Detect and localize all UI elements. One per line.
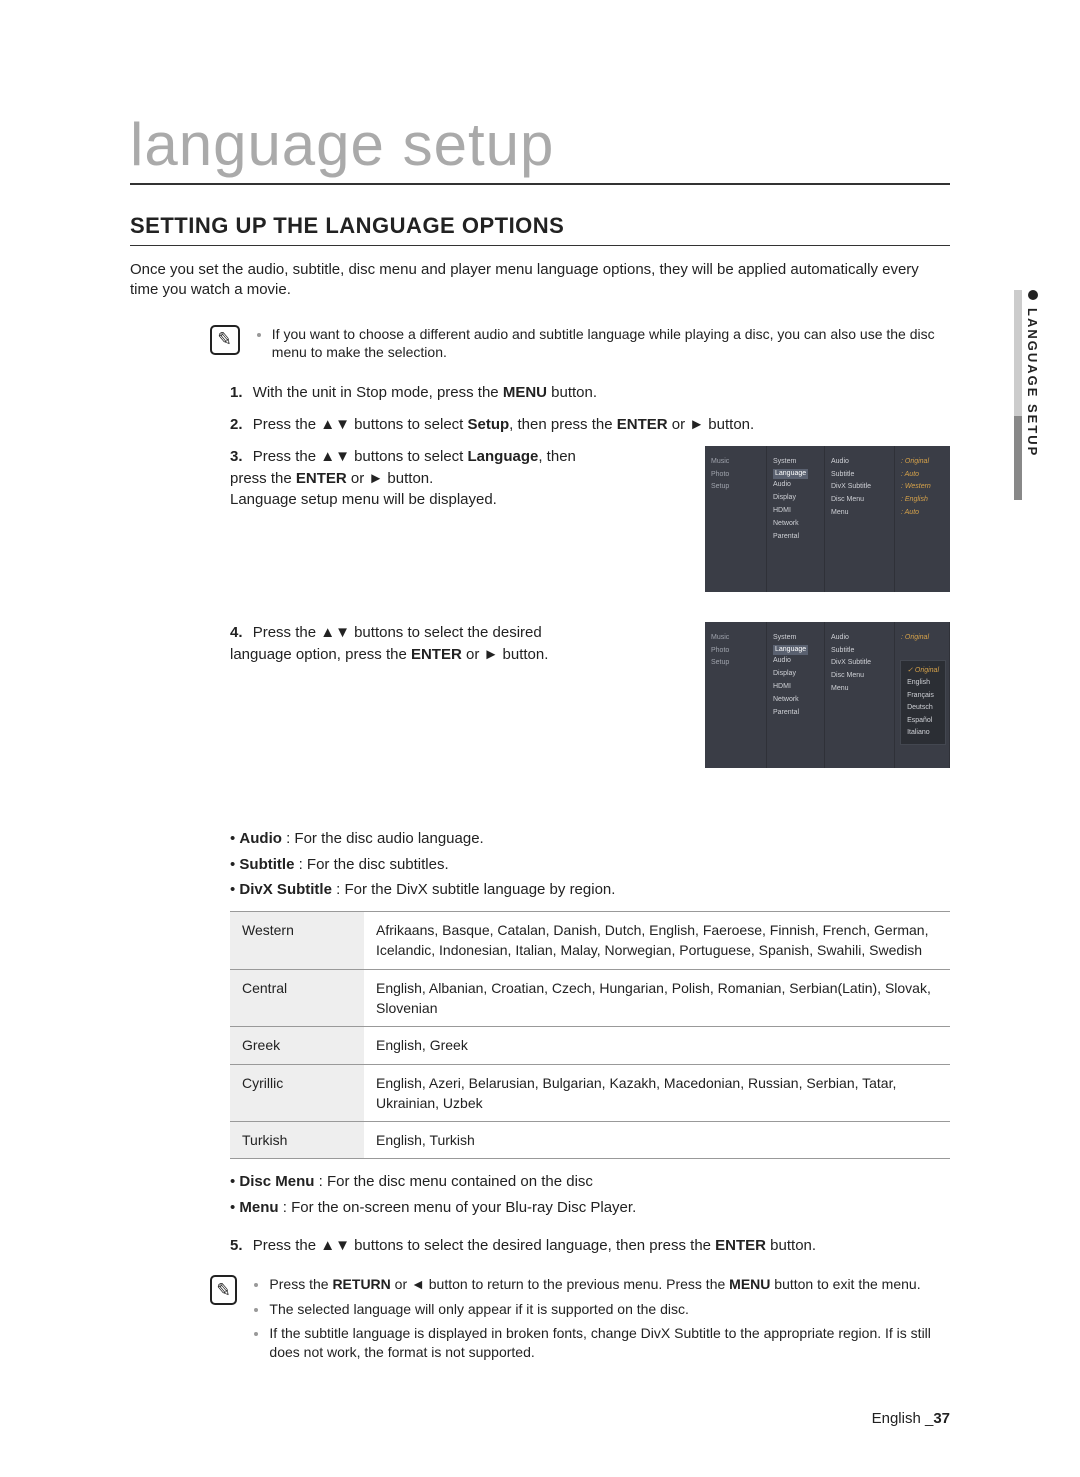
note-block-2: Press the RETURN or ◄ button to return t… (210, 1275, 950, 1369)
note-item: Press the RETURN or ◄ button to return t… (269, 1275, 950, 1294)
side-tab-label: LANGUAGE SETUP (1025, 290, 1040, 457)
step-1: 1. With the unit in Stop mode, press the… (230, 382, 950, 404)
section-heading: SETTING UP THE LANGUAGE OPTIONS (130, 213, 950, 246)
opt-discmenu: Disc Menu : For the disc menu contained … (230, 1171, 950, 1193)
screenshot-2: MusicPhotoSetupSystemLanguageAudioDispla… (705, 622, 950, 768)
table-row: GreekEnglish, Greek (230, 1027, 950, 1064)
screenshot-1: MusicPhotoSetupSystemLanguageAudioDispla… (705, 446, 950, 592)
opt-audio: Audio : For the disc audio language. (230, 828, 950, 850)
intro-text: Once you set the audio, subtitle, disc m… (130, 260, 950, 301)
table-row: TurkishEnglish, Turkish (230, 1122, 950, 1159)
table-row: CentralEnglish, Albanian, Croatian, Czec… (230, 969, 950, 1027)
step-list: 1. With the unit in Stop mode, press the… (230, 382, 950, 1256)
side-tab-bars (1014, 290, 1022, 500)
note-icon (210, 1275, 237, 1305)
opt-divx: DivX Subtitle : For the DivX subtitle la… (230, 879, 950, 901)
table-row: CyrillicEnglish, Azeri, Belarusian, Bulg… (230, 1064, 950, 1122)
step-3: 3. Press the ▲▼ buttons to select Langua… (230, 446, 950, 592)
note-icon (210, 325, 240, 355)
note1-text: If you want to choose a different audio … (272, 325, 950, 363)
page-footer: English _37 (872, 1410, 950, 1427)
step-5: 5. Press the ▲▼ buttons to select the de… (230, 1235, 950, 1257)
region-table: WesternAfrikaans, Basque, Catalan, Danis… (230, 911, 950, 1159)
table-row: WesternAfrikaans, Basque, Catalan, Danis… (230, 912, 950, 970)
step-4: 4. Press the ▲▼ buttons to select the de… (230, 622, 950, 1219)
step-3-sub: Language setup menu will be displayed. (230, 491, 497, 508)
page-title: language setup (130, 110, 950, 185)
opt-subtitle: Subtitle : For the disc subtitles. (230, 854, 950, 876)
step-2: 2. Press the ▲▼ buttons to select Setup,… (230, 414, 950, 436)
side-tab-dot-icon (1028, 290, 1038, 300)
note-block-1: If you want to choose a different audio … (210, 325, 950, 363)
opt-menu: Menu : For the on-screen menu of your Bl… (230, 1197, 950, 1219)
note-item: The selected language will only appear i… (269, 1300, 950, 1319)
note-item: If the subtitle language is displayed in… (269, 1324, 950, 1362)
